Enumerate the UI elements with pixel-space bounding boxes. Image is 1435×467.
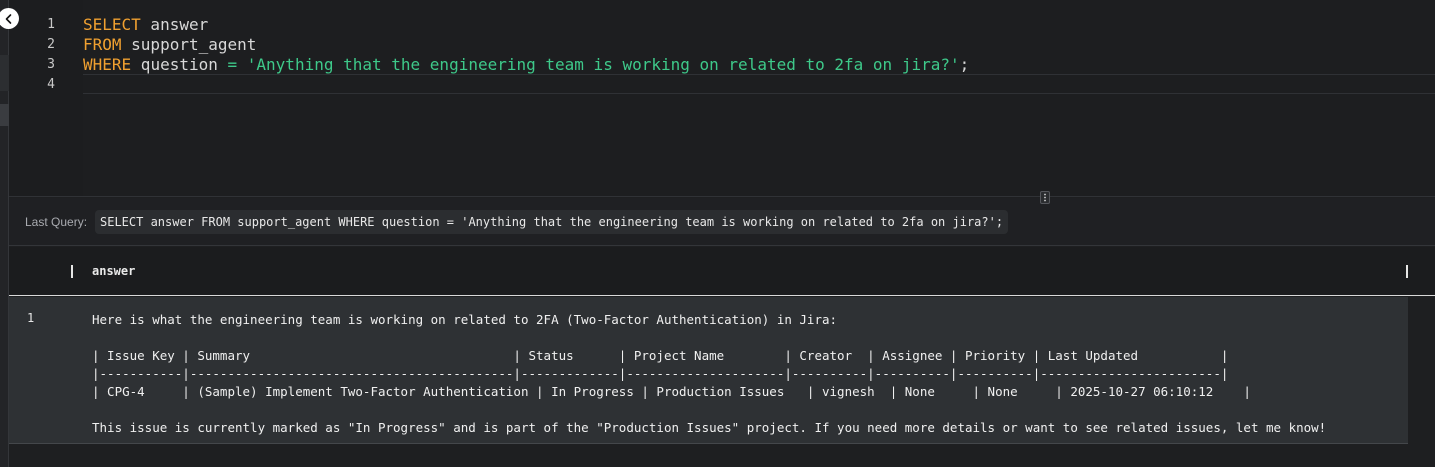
side-panel-item[interactable] [0, 55, 9, 91]
line-number-gutter: 1 2 3 4 [9, 0, 83, 196]
code-line-2[interactable]: FROM support_agent [83, 35, 256, 55]
side-panel-item-active[interactable] [0, 104, 9, 126]
sql-identifier: support_agent [121, 35, 257, 54]
sql-string-literal: 'Anything that the engineering team is w… [237, 55, 960, 74]
sql-identifier: answer [140, 15, 209, 34]
last-query-label: Last Query: [25, 215, 88, 229]
last-query-bar: Last Query: SELECT answer FROM support_a… [9, 198, 1435, 246]
sql-operator: = [227, 55, 238, 74]
sql-keyword: WHERE [83, 55, 132, 74]
sql-keyword: SELECT [83, 15, 141, 34]
line-number: 4 [47, 77, 55, 92]
table-row[interactable]: 1 Here is what the engineering team is w… [9, 297, 1408, 444]
line-number: 2 [47, 37, 55, 52]
line-number: 3 [47, 57, 55, 72]
chevron-left-icon [5, 13, 11, 24]
sql-identifier: question [131, 55, 228, 74]
results-table: answer 1 Here is what the engineering te… [9, 247, 1435, 467]
editor-resize-handle[interactable] [1040, 191, 1050, 204]
code-line-3[interactable]: WHERE question = 'Anything that the engi… [83, 55, 969, 75]
side-panel-strip [0, 0, 9, 467]
code-line-1[interactable]: SELECT answer [83, 15, 208, 35]
row-number: 1 [27, 311, 35, 325]
sql-keyword: FROM [83, 35, 122, 54]
column-resizer[interactable] [71, 265, 73, 278]
drag-handle-icon [1044, 193, 1046, 202]
sql-terminator: ; [959, 55, 970, 74]
last-query-text[interactable]: SELECT answer FROM support_agent WHERE q… [95, 210, 1009, 234]
column-resizer[interactable] [1406, 265, 1408, 278]
sql-editor[interactable]: 1 2 3 4 SELECT answer FROM support_agent… [9, 0, 1435, 197]
answer-cell[interactable]: Here is what the engineering team is wor… [92, 311, 1326, 437]
code-text-area[interactable]: SELECT answer FROM support_agent WHERE q… [83, 0, 1435, 196]
sql-workspace: 1 2 3 4 SELECT answer FROM support_agent… [0, 0, 1435, 467]
column-header-answer[interactable]: answer [92, 264, 135, 278]
results-header-row: answer [9, 247, 1435, 296]
active-line-highlight [83, 74, 1435, 94]
